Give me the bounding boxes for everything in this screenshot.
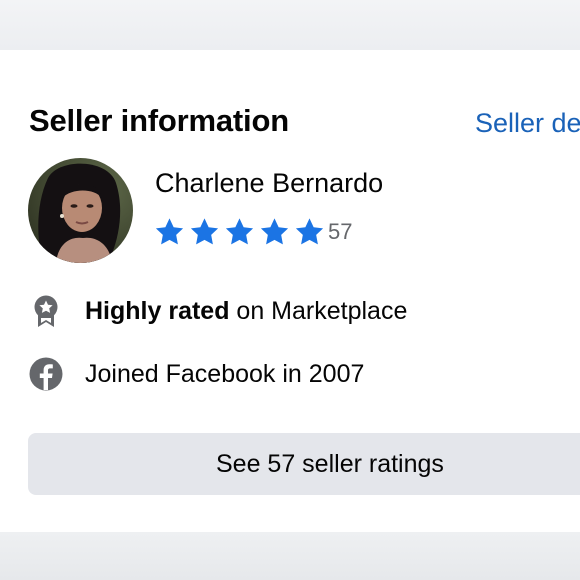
seller-details-link[interactable]: Seller de [475,108,580,139]
star-icon [260,218,289,245]
see-seller-ratings-label: See 57 seller ratings [216,450,444,478]
highly-rated-text: Highly rated on Marketplace [85,296,408,325]
avatar-photo [28,158,133,263]
facebook-icon [28,356,64,392]
award-badge-icon [28,293,64,329]
seller-avatar[interactable] [28,158,133,263]
joined-facebook-badge: Joined Facebook in 2007 [28,354,364,394]
star-icon [295,218,324,245]
highly-rated-badge: Highly rated on Marketplace [28,291,407,331]
rating-count: 57 [328,219,353,244]
star-icon [155,218,184,245]
joined-facebook-text: Joined Facebook in 2007 [85,359,365,388]
see-seller-ratings-button[interactable]: See 57 seller ratings [28,433,580,495]
page-header-band [0,0,580,50]
star-icon [225,218,254,245]
star-icon [190,218,219,245]
page-footer-band [0,532,580,580]
seller-rating[interactable]: 57 [153,216,352,248]
section-title: Seller information [29,103,289,138]
seller-name[interactable]: Charlene Bernardo [155,168,383,199]
